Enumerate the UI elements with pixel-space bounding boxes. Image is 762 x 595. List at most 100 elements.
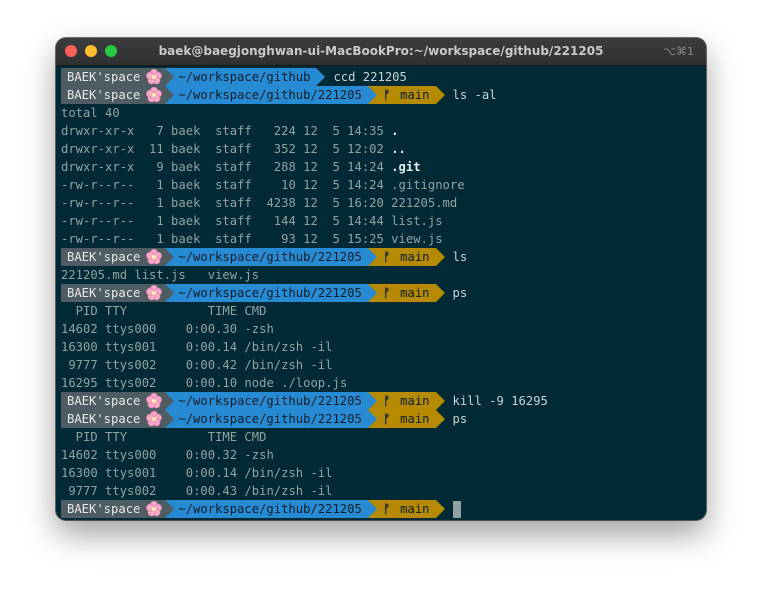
prompt-user-segment: BAEK'space bbox=[61, 284, 144, 302]
git-branch-icon: ᚠ bbox=[383, 502, 391, 516]
output-dir-name: .. bbox=[391, 142, 406, 156]
prompt-separator bbox=[165, 392, 175, 410]
output-text: -rw-r--r-- 1 baek staff 10 12 5 14:24 .g… bbox=[61, 178, 465, 192]
git-branch-name: main bbox=[392, 412, 430, 426]
prompt-user-segment: BAEK'space bbox=[61, 248, 144, 266]
output-line: 9777 ttys002 0:00.42 /bin/zsh -il bbox=[61, 356, 706, 374]
prompt-separator bbox=[165, 410, 175, 428]
prompt-separator bbox=[367, 392, 377, 410]
output-text: drwxr-xr-x 7 baek staff 224 12 5 14:35 bbox=[61, 124, 392, 138]
prompt-dir-segment: ~/workspace/github/221205 bbox=[174, 392, 368, 410]
output-text: drwxr-xr-x 11 baek staff 352 12 5 12:02 bbox=[61, 142, 392, 156]
output-text: 16295 ttys002 0:00.10 node ./loop.js bbox=[61, 376, 348, 390]
prompt-dir-segment: ~/workspace/github/221205 bbox=[174, 86, 368, 104]
prompt-git-segment: ᚠ main bbox=[376, 500, 436, 518]
output-text: 14602 ttys000 0:00.32 -zsh bbox=[61, 448, 274, 462]
output-line: -rw-r--r-- 1 baek staff 144 12 5 14:44 l… bbox=[61, 212, 706, 230]
command-text: ps bbox=[452, 412, 468, 426]
output-line: 16300 ttys001 0:00.14 /bin/zsh -il bbox=[61, 464, 706, 482]
prompt-line: BAEK'space ~/workspace/github/221205 ᚠ mai… bbox=[61, 410, 706, 428]
prompt-line: BAEK'space ~/workspace/github/221205 ᚠ mai… bbox=[61, 86, 706, 104]
prompt-separator bbox=[435, 500, 445, 518]
prompt-git-segment: ᚠ main bbox=[376, 392, 436, 410]
prompt-separator bbox=[165, 248, 175, 266]
output-dir-name: . bbox=[391, 124, 399, 138]
prompt-user-segment: BAEK'space bbox=[61, 392, 144, 410]
output-line: 14602 ttys000 0:00.32 -zsh bbox=[61, 446, 706, 464]
prompt-separator bbox=[367, 410, 377, 428]
output-text: PID TTY TIME CMD bbox=[61, 430, 267, 444]
git-branch-name: main bbox=[392, 88, 430, 102]
prompt-git-segment: ᚠ main bbox=[376, 284, 436, 302]
output-text: -rw-r--r-- 1 baek staff 93 12 5 15:25 vi… bbox=[61, 232, 443, 246]
prompt-separator bbox=[435, 86, 445, 104]
cherry-blossom-icon bbox=[143, 68, 166, 86]
command-text: kill -9 16295 bbox=[452, 394, 548, 408]
command-text: ls -al bbox=[452, 88, 497, 102]
prompt-dir-segment: ~/workspace/github/221205 bbox=[174, 284, 368, 302]
output-text: 9777 ttys002 0:00.42 /bin/zsh -il bbox=[61, 358, 333, 372]
prompt-line: BAEK'space ~/workspace/github/221205 ᚠ mai… bbox=[61, 284, 706, 302]
git-branch-icon: ᚠ bbox=[383, 286, 391, 300]
output-line: 16295 ttys002 0:00.10 node ./loop.js bbox=[61, 374, 706, 392]
git-branch-icon: ᚠ bbox=[383, 250, 391, 264]
prompt-separator bbox=[435, 284, 445, 302]
prompt-git-segment: ᚠ main bbox=[376, 248, 436, 266]
window-title: baek@baegjonghwan-ui-MacBookPro:~/worksp… bbox=[158, 44, 604, 58]
output-dir-name: .git bbox=[391, 160, 421, 174]
prompt-user-segment: BAEK'space bbox=[61, 410, 144, 428]
output-text: 16300 ttys001 0:00.14 /bin/zsh -il bbox=[61, 466, 333, 480]
prompt-separator bbox=[165, 86, 175, 104]
prompt-dir-segment: ~/workspace/github/221205 bbox=[174, 410, 368, 428]
output-text: drwxr-xr-x 9 baek staff 288 12 5 14:24 bbox=[61, 160, 392, 174]
title-bar: baek@baegjonghwan-ui-MacBookPro:~/worksp… bbox=[56, 38, 706, 66]
output-line: drwxr-xr-x 9 baek staff 288 12 5 14:24 .… bbox=[61, 158, 706, 176]
prompt-git-segment: ᚠ main bbox=[376, 86, 436, 104]
prompt-line: BAEK'space ~/workspace/github ccd 221205 bbox=[61, 68, 706, 86]
prompt-separator bbox=[367, 248, 377, 266]
output-line: -rw-r--r-- 1 baek staff 10 12 5 14:24 .g… bbox=[61, 176, 706, 194]
output-text: -rw-r--r-- 1 baek staff 144 12 5 14:44 l… bbox=[61, 214, 443, 228]
prompt-user-segment: BAEK'space bbox=[61, 500, 144, 518]
prompt-line: BAEK'space ~/workspace/github/221205 ᚠ mai… bbox=[61, 248, 706, 266]
prompt-line: BAEK'space ~/workspace/github/221205 ᚠ mai… bbox=[61, 392, 706, 410]
output-line: drwxr-xr-x 7 baek staff 224 12 5 14:35 . bbox=[61, 122, 706, 140]
cherry-blossom-icon bbox=[143, 86, 166, 104]
output-line: PID TTY TIME CMD bbox=[61, 428, 706, 446]
terminal-window: baek@baegjonghwan-ui-MacBookPro:~/worksp… bbox=[56, 38, 706, 520]
output-text: -rw-r--r-- 1 baek staff 4238 12 5 16:20 … bbox=[61, 196, 458, 210]
prompt-separator bbox=[435, 410, 445, 428]
prompt-user-segment: BAEK'space bbox=[61, 86, 144, 104]
prompt-dir-segment: ~/workspace/github bbox=[174, 68, 317, 86]
prompt-user-segment: BAEK'space bbox=[61, 68, 144, 86]
output-line: -rw-r--r-- 1 baek staff 93 12 5 15:25 vi… bbox=[61, 230, 706, 248]
output-text: 221205.md list.js view.js bbox=[61, 268, 260, 282]
prompt-separator bbox=[435, 392, 445, 410]
git-branch-icon: ᚠ bbox=[383, 88, 391, 102]
git-branch-icon: ᚠ bbox=[383, 394, 391, 408]
output-line: total 40 bbox=[61, 104, 706, 122]
cherry-blossom-icon bbox=[143, 500, 166, 518]
prompt-separator bbox=[367, 500, 377, 518]
prompt-git-segment: ᚠ main bbox=[376, 410, 436, 428]
prompt-separator bbox=[165, 68, 175, 86]
output-line: -rw-r--r-- 1 baek staff 4238 12 5 16:20 … bbox=[61, 194, 706, 212]
cherry-blossom-icon bbox=[143, 248, 166, 266]
prompt-separator bbox=[367, 284, 377, 302]
git-branch-name: main bbox=[392, 394, 430, 408]
output-text: total 40 bbox=[61, 106, 120, 120]
output-line: 14602 ttys000 0:00.30 -zsh bbox=[61, 320, 706, 338]
output-text: 14602 ttys000 0:00.30 -zsh bbox=[61, 322, 274, 336]
output-text: 16300 ttys001 0:00.14 /bin/zsh -il bbox=[61, 340, 333, 354]
prompt-dir-segment: ~/workspace/github/221205 bbox=[174, 248, 368, 266]
git-branch-name: main bbox=[392, 502, 430, 516]
command-text: ps bbox=[452, 286, 468, 300]
git-branch-name: main bbox=[392, 286, 430, 300]
output-line: 16300 ttys001 0:00.14 /bin/zsh -il bbox=[61, 338, 706, 356]
terminal-content[interactable]: BAEK'space ~/workspace/github ccd 221205 BA… bbox=[61, 68, 706, 520]
command-text: ccd 221205 bbox=[333, 70, 407, 84]
text-cursor[interactable] bbox=[452, 501, 461, 518]
output-line: 9777 ttys002 0:00.43 /bin/zsh -il bbox=[61, 482, 706, 500]
output-text: 9777 ttys002 0:00.43 /bin/zsh -il bbox=[61, 484, 333, 498]
window-shortcut: ⌥⌘1 bbox=[663, 45, 694, 58]
